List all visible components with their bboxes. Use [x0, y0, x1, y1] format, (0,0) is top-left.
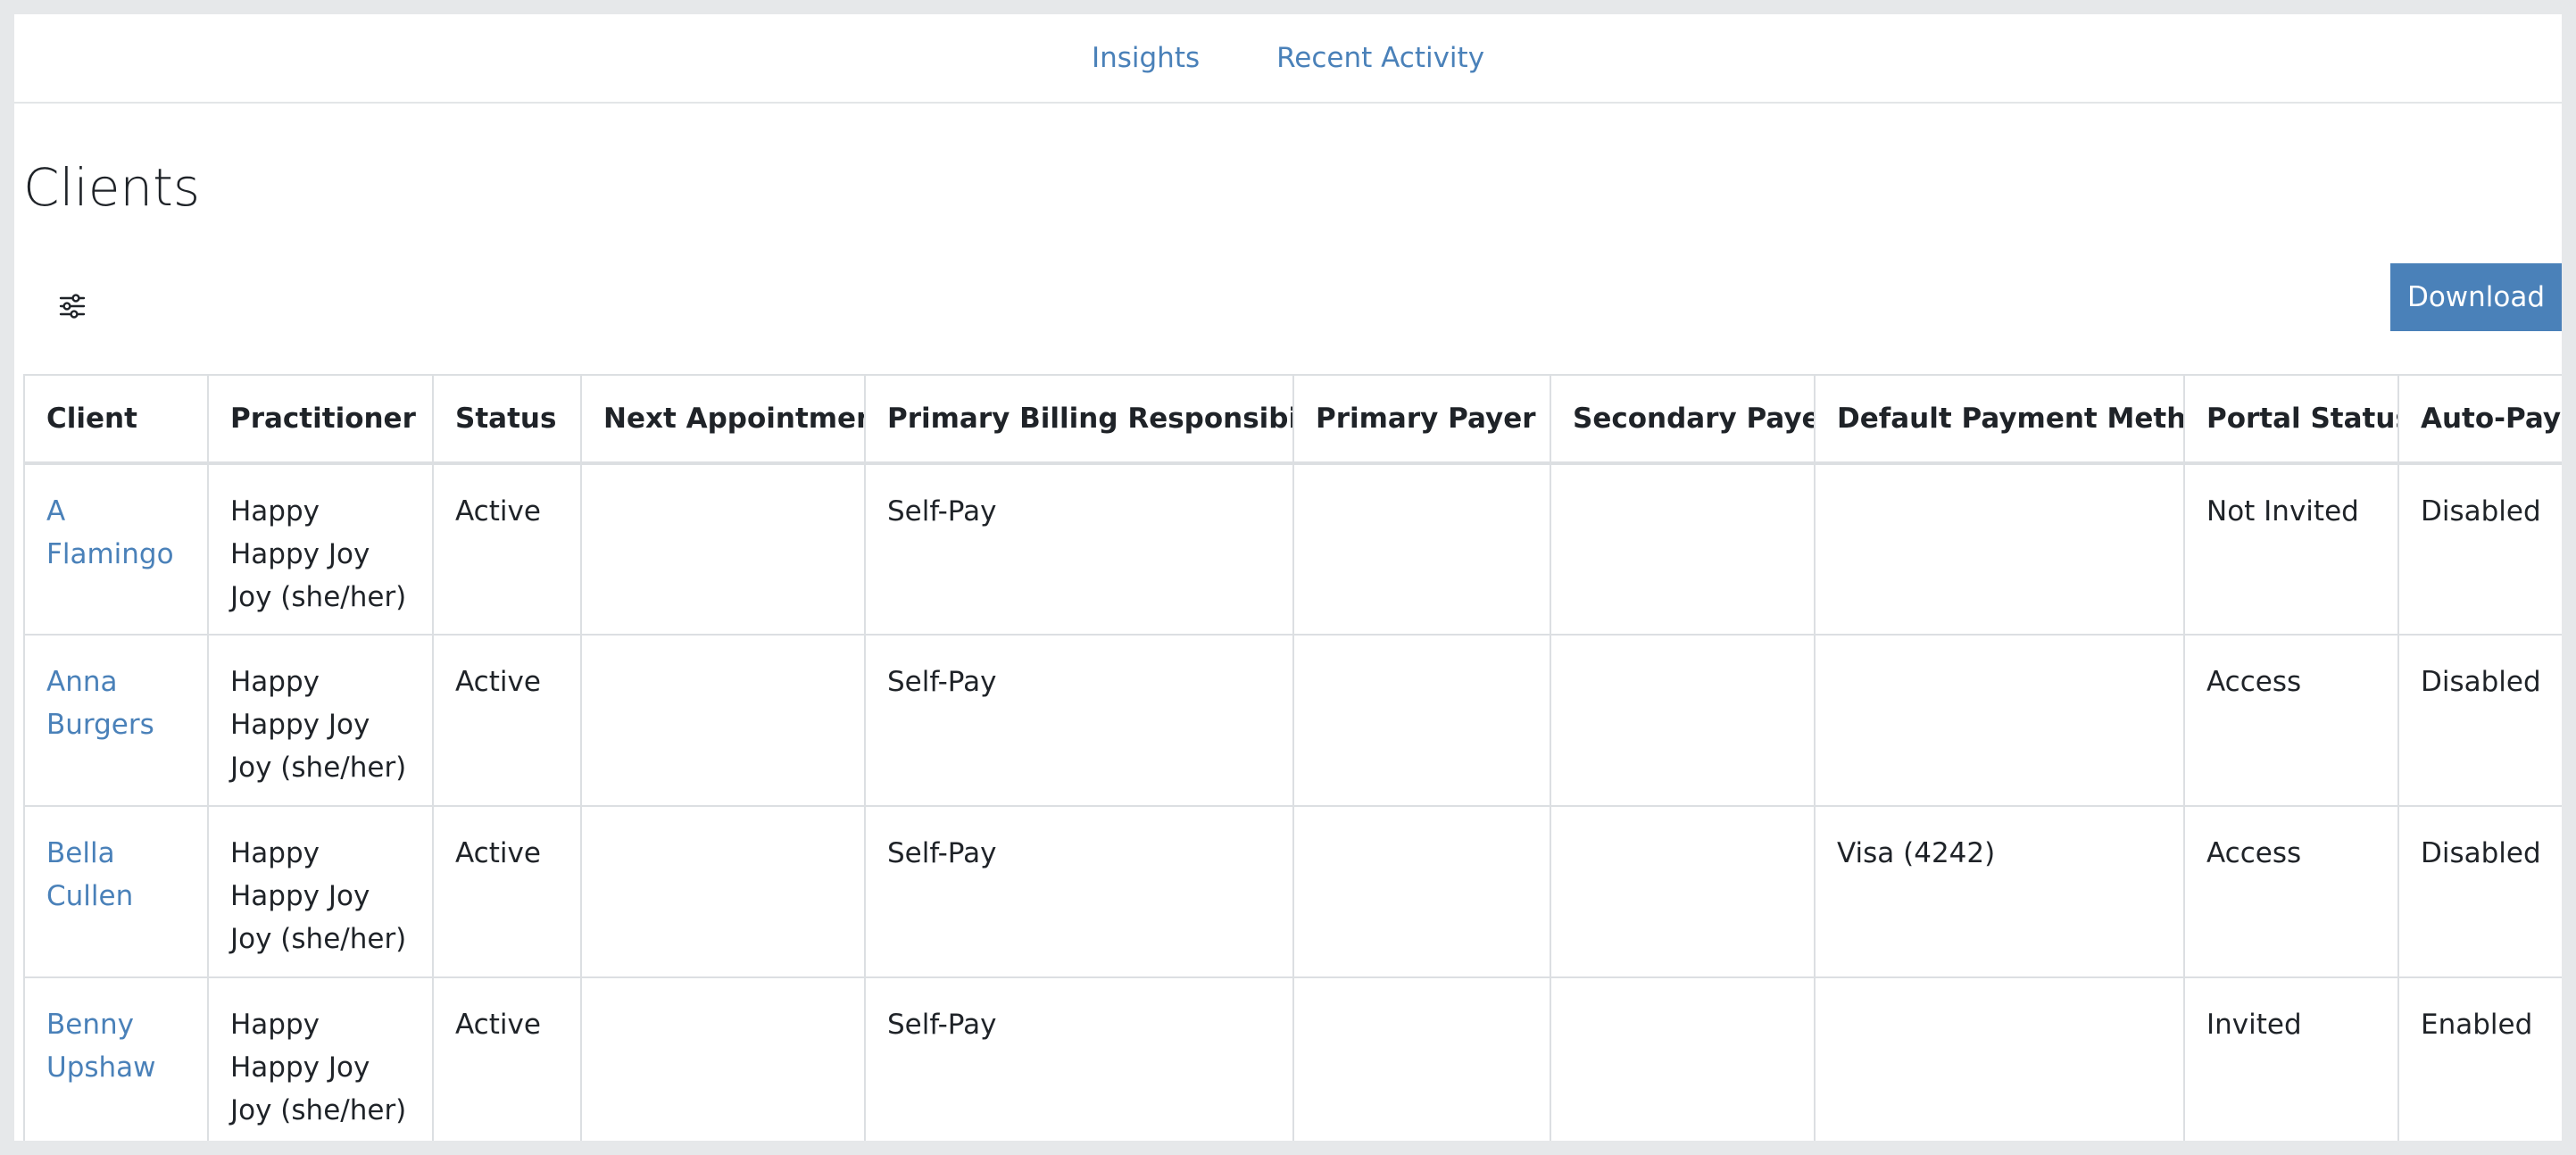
- primary-billing-cell: Self-Pay: [864, 462, 1294, 636]
- column-header-portal-status[interactable]: Portal Status: [2183, 374, 2399, 464]
- table-row: Anna Burgers Happy Happy Joy Joy (she/he…: [23, 634, 2562, 807]
- column-header-client[interactable]: Client: [23, 374, 209, 464]
- default-payment-cell: [1814, 634, 2185, 807]
- default-payment-cell: [1814, 462, 2185, 636]
- next-appointment-cell: [580, 634, 866, 807]
- status-cell: Active: [432, 976, 582, 1141]
- table-row: Bella Cullen Happy Happy Joy Joy (she/he…: [23, 805, 2562, 978]
- column-header-primary-payer[interactable]: Primary Payer: [1292, 374, 1551, 464]
- table-row: A Flamingo Happy Happy Joy Joy (she/her)…: [23, 462, 2562, 636]
- sliders-icon: [59, 294, 86, 319]
- nav-link-insights[interactable]: Insights: [1092, 42, 1200, 74]
- top-nav: Insights Recent Activity: [14, 14, 2562, 104]
- column-header-auto-pay[interactable]: Auto-Pay: [2397, 374, 2562, 464]
- page-title: Clients: [23, 157, 201, 218]
- default-payment-cell: Visa (4242): [1814, 805, 2185, 978]
- clients-table: Client Practitioner Status Next Appointm…: [23, 374, 2562, 1141]
- practitioner-cell: Happy Happy Joy Joy (she/her): [207, 462, 434, 636]
- status-cell: Active: [432, 805, 582, 978]
- primary-payer-cell: [1292, 805, 1551, 978]
- app-frame: Insights Recent Activity Clients Downloa…: [14, 14, 2562, 1141]
- client-link[interactable]: A Flamingo: [46, 490, 186, 576]
- primary-payer-cell: [1292, 976, 1551, 1141]
- column-header-primary-billing-responsibility[interactable]: Primary Billing Responsibility: [864, 374, 1294, 464]
- column-header-practitioner[interactable]: Practitioner: [207, 374, 434, 464]
- primary-billing-cell: Self-Pay: [864, 634, 1294, 807]
- auto-pay-cell: Disabled: [2397, 462, 2562, 636]
- status-cell: Active: [432, 462, 582, 636]
- auto-pay-cell: Enabled: [2397, 976, 2562, 1141]
- client-link[interactable]: Bella Cullen: [46, 832, 186, 918]
- secondary-payer-cell: [1550, 805, 1816, 978]
- secondary-payer-cell: [1550, 634, 1816, 807]
- clients-table-container[interactable]: Client Practitioner Status Next Appointm…: [23, 374, 2562, 1141]
- column-header-secondary-payer[interactable]: Secondary Payer: [1550, 374, 1816, 464]
- primary-billing-cell: Self-Pay: [864, 805, 1294, 978]
- portal-status-cell: Access: [2183, 805, 2399, 978]
- auto-pay-cell: Disabled: [2397, 634, 2562, 807]
- secondary-payer-cell: [1550, 976, 1816, 1141]
- portal-status-cell: Access: [2183, 634, 2399, 807]
- primary-payer-cell: [1292, 634, 1551, 807]
- default-payment-cell: [1814, 976, 2185, 1141]
- nav-link-recent-activity[interactable]: Recent Activity: [1276, 42, 1484, 74]
- portal-status-cell: Invited: [2183, 976, 2399, 1141]
- next-appointment-cell: [580, 462, 866, 636]
- practitioner-cell: Happy Happy Joy Joy (she/her): [207, 634, 434, 807]
- client-link[interactable]: Benny Upshaw: [46, 1003, 186, 1089]
- column-header-status[interactable]: Status: [432, 374, 582, 464]
- column-header-default-payment-method[interactable]: Default Payment Method: [1814, 374, 2185, 464]
- practitioner-cell: Happy Happy Joy Joy (she/her): [207, 805, 434, 978]
- table-row: Benny Upshaw Happy Happy Joy Joy (she/he…: [23, 976, 2562, 1141]
- auto-pay-cell: Disabled: [2397, 805, 2562, 978]
- client-link[interactable]: Anna Burgers: [46, 661, 186, 746]
- next-appointment-cell: [580, 805, 866, 978]
- status-cell: Active: [432, 634, 582, 807]
- primary-billing-cell: Self-Pay: [864, 976, 1294, 1141]
- column-header-next-appointment[interactable]: Next Appointment: [580, 374, 866, 464]
- column-settings-button[interactable]: [41, 275, 104, 337]
- practitioner-cell: Happy Happy Joy Joy (she/her): [207, 976, 434, 1141]
- table-header-row: Client Practitioner Status Next Appointm…: [23, 374, 2562, 464]
- next-appointment-cell: [580, 976, 866, 1141]
- primary-payer-cell: [1292, 462, 1551, 636]
- secondary-payer-cell: [1550, 462, 1816, 636]
- download-button[interactable]: Download: [2390, 263, 2562, 331]
- portal-status-cell: Not Invited: [2183, 462, 2399, 636]
